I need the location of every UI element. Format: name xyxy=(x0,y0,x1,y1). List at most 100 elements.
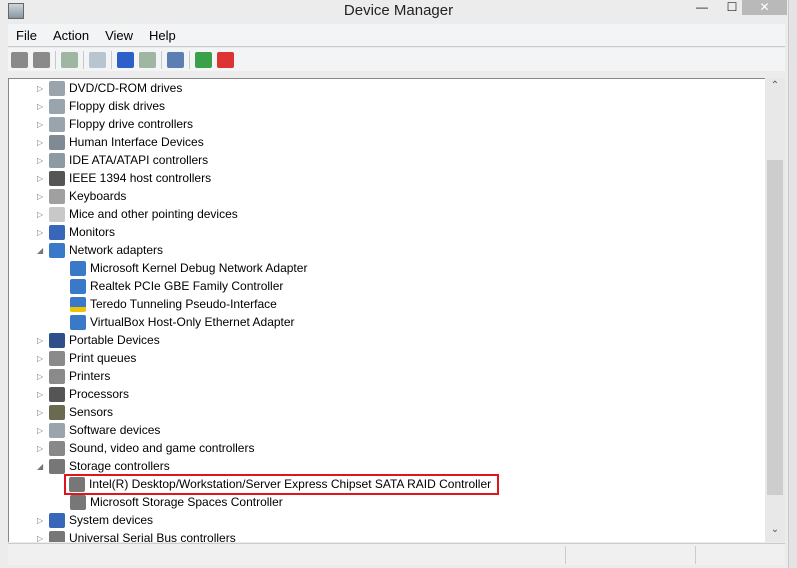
device-icon xyxy=(49,152,65,168)
device-icon xyxy=(70,278,86,294)
collapsed-arrow-icon[interactable]: ▷ xyxy=(37,156,47,165)
tree-category-item[interactable]: ▷ Software devices xyxy=(37,421,160,439)
scroll-up-icon[interactable]: ⌃ xyxy=(765,80,785,91)
menu-file[interactable]: File xyxy=(8,24,45,43)
menu-bar: File Action View Help xyxy=(8,24,785,47)
item-label: Teredo Tunneling Pseudo-Interface xyxy=(90,297,277,311)
update-driver-icon[interactable] xyxy=(195,51,212,68)
item-label: Processors xyxy=(69,387,130,401)
item-content: Universal Serial Bus controllers xyxy=(49,530,236,542)
help-icon[interactable] xyxy=(117,51,134,68)
device-icon xyxy=(49,170,65,186)
toolbar-separator xyxy=(161,50,162,69)
device-icon xyxy=(49,134,65,150)
tree-device-item[interactable]: Realtek PCIe GBE Family Controller xyxy=(70,277,283,295)
collapsed-arrow-icon[interactable]: ▷ xyxy=(37,174,47,183)
device-icon xyxy=(49,422,65,438)
item-label: Portable Devices xyxy=(69,333,160,347)
tree-category-item[interactable]: ▷ Sensors xyxy=(37,403,113,421)
device-icon xyxy=(69,476,85,492)
scroll-down-icon[interactable]: ⌄ xyxy=(765,524,785,535)
collapsed-arrow-icon[interactable]: ▷ xyxy=(37,372,47,381)
show-hide-console-tree-icon[interactable] xyxy=(61,51,78,68)
collapsed-arrow-icon[interactable]: ▷ xyxy=(37,444,47,453)
device-icon xyxy=(70,260,86,276)
vertical-scrollbar[interactable]: ⌃ ⌄ xyxy=(765,78,785,542)
tree-category-item[interactable]: ▷ Portable Devices xyxy=(37,331,160,349)
item-content: IEEE 1394 host controllers xyxy=(49,170,211,186)
tree-category-item[interactable]: ▷ IEEE 1394 host controllers xyxy=(37,169,211,187)
item-content: Sensors xyxy=(49,404,113,420)
item-content: Microsoft Kernel Debug Network Adapter xyxy=(70,260,308,276)
tree-category-item[interactable]: ▷ Mice and other pointing devices xyxy=(37,205,238,223)
tree-device-item[interactable]: Microsoft Kernel Debug Network Adapter xyxy=(70,259,307,277)
show-action-pane-icon[interactable] xyxy=(139,51,156,68)
item-content: Processors xyxy=(49,386,130,402)
tree-category-item[interactable]: ▷ Sound, video and game controllers xyxy=(37,439,254,457)
tree-category-item[interactable]: ▷ Human Interface Devices xyxy=(37,133,204,151)
menu-view[interactable]: View xyxy=(97,24,141,43)
tree-category-item[interactable]: ▷ Printers xyxy=(37,367,110,385)
collapsed-arrow-icon[interactable]: ▷ xyxy=(37,192,47,201)
item-label: Monitors xyxy=(69,225,116,239)
tree-category-item[interactable]: ◢ Storage controllers xyxy=(37,457,170,475)
menu-action[interactable]: Action xyxy=(45,24,97,43)
item-content: Mice and other pointing devices xyxy=(49,206,238,222)
tree-category-item[interactable]: ▷ Print queues xyxy=(37,349,136,367)
item-label: VirtualBox Host-Only Ethernet Adapter xyxy=(90,315,295,329)
status-bar xyxy=(8,543,785,565)
item-content: Teredo Tunneling Pseudo-Interface xyxy=(70,296,277,312)
expanded-arrow-icon[interactable]: ◢ xyxy=(37,246,47,255)
tree-device-item[interactable]: Intel(R) Desktop/Workstation/Server Expr… xyxy=(63,473,500,495)
collapsed-arrow-icon[interactable]: ▷ xyxy=(37,336,47,345)
tree-category-item[interactable]: ▷ DVD/CD-ROM drives xyxy=(37,79,182,97)
item-content: Storage controllers xyxy=(49,458,170,474)
collapsed-arrow-icon[interactable]: ▷ xyxy=(37,210,47,219)
back-icon[interactable] xyxy=(11,51,28,68)
item-label: IDE ATA/ATAPI controllers xyxy=(69,153,209,167)
tree-device-item[interactable]: VirtualBox Host-Only Ethernet Adapter xyxy=(70,313,295,331)
menu-help[interactable]: Help xyxy=(141,24,184,43)
device-icon xyxy=(49,386,65,402)
tree-category-item[interactable]: ▷ Floppy drive controllers xyxy=(37,115,193,133)
tree-device-item[interactable]: Teredo Tunneling Pseudo-Interface xyxy=(70,295,277,313)
tree-category-item[interactable]: ▷ Keyboards xyxy=(37,187,126,205)
tree-category-item[interactable]: ▷ Floppy disk drives xyxy=(37,97,165,115)
tree-category-item[interactable]: ▷ Monitors xyxy=(37,223,115,241)
toolbar-separator xyxy=(55,50,56,69)
window-title: Device Manager xyxy=(343,2,454,19)
tree-category-item[interactable]: ◢ Network adapters xyxy=(37,241,163,259)
forward-icon[interactable] xyxy=(33,51,50,68)
status-divider xyxy=(565,546,566,564)
collapsed-arrow-icon[interactable]: ▷ xyxy=(37,390,47,399)
collapsed-arrow-icon[interactable]: ▷ xyxy=(37,426,47,435)
expanded-arrow-icon[interactable]: ◢ xyxy=(37,462,47,471)
tree-category-item[interactable]: ▷ Universal Serial Bus controllers xyxy=(37,529,236,542)
collapsed-arrow-icon[interactable]: ▷ xyxy=(37,354,47,363)
collapsed-arrow-icon[interactable]: ▷ xyxy=(37,138,47,147)
properties-icon[interactable] xyxy=(89,51,106,68)
collapsed-arrow-icon[interactable]: ▷ xyxy=(37,84,47,93)
tree-category-item[interactable]: ▷ Processors xyxy=(37,385,129,403)
toolbar-separator xyxy=(111,50,112,69)
tree-category-item[interactable]: ▷ System devices xyxy=(37,511,153,529)
item-label: Microsoft Kernel Debug Network Adapter xyxy=(90,261,308,275)
device-icon xyxy=(49,458,65,474)
toolbar-separator xyxy=(83,50,84,69)
background-window-edge xyxy=(788,0,797,568)
device-icon xyxy=(49,80,65,96)
tree-category-item[interactable]: ▷ IDE ATA/ATAPI controllers xyxy=(37,151,208,169)
collapsed-arrow-icon[interactable]: ▷ xyxy=(37,408,47,417)
collapsed-arrow-icon[interactable]: ▷ xyxy=(37,516,47,525)
uninstall-icon[interactable] xyxy=(217,51,234,68)
close-button[interactable]: ✕ xyxy=(742,0,787,15)
collapsed-arrow-icon[interactable]: ▷ xyxy=(37,102,47,111)
scan-hardware-icon[interactable] xyxy=(167,51,184,68)
scrollbar-thumb[interactable] xyxy=(767,160,783,495)
item-label: Human Interface Devices xyxy=(69,135,204,149)
collapsed-arrow-icon[interactable]: ▷ xyxy=(37,228,47,237)
tree-device-item[interactable]: Microsoft Storage Spaces Controller xyxy=(70,493,283,511)
item-content: Sound, video and game controllers xyxy=(49,440,254,456)
collapsed-arrow-icon[interactable]: ▷ xyxy=(37,120,47,129)
collapsed-arrow-icon[interactable]: ▷ xyxy=(37,534,47,543)
